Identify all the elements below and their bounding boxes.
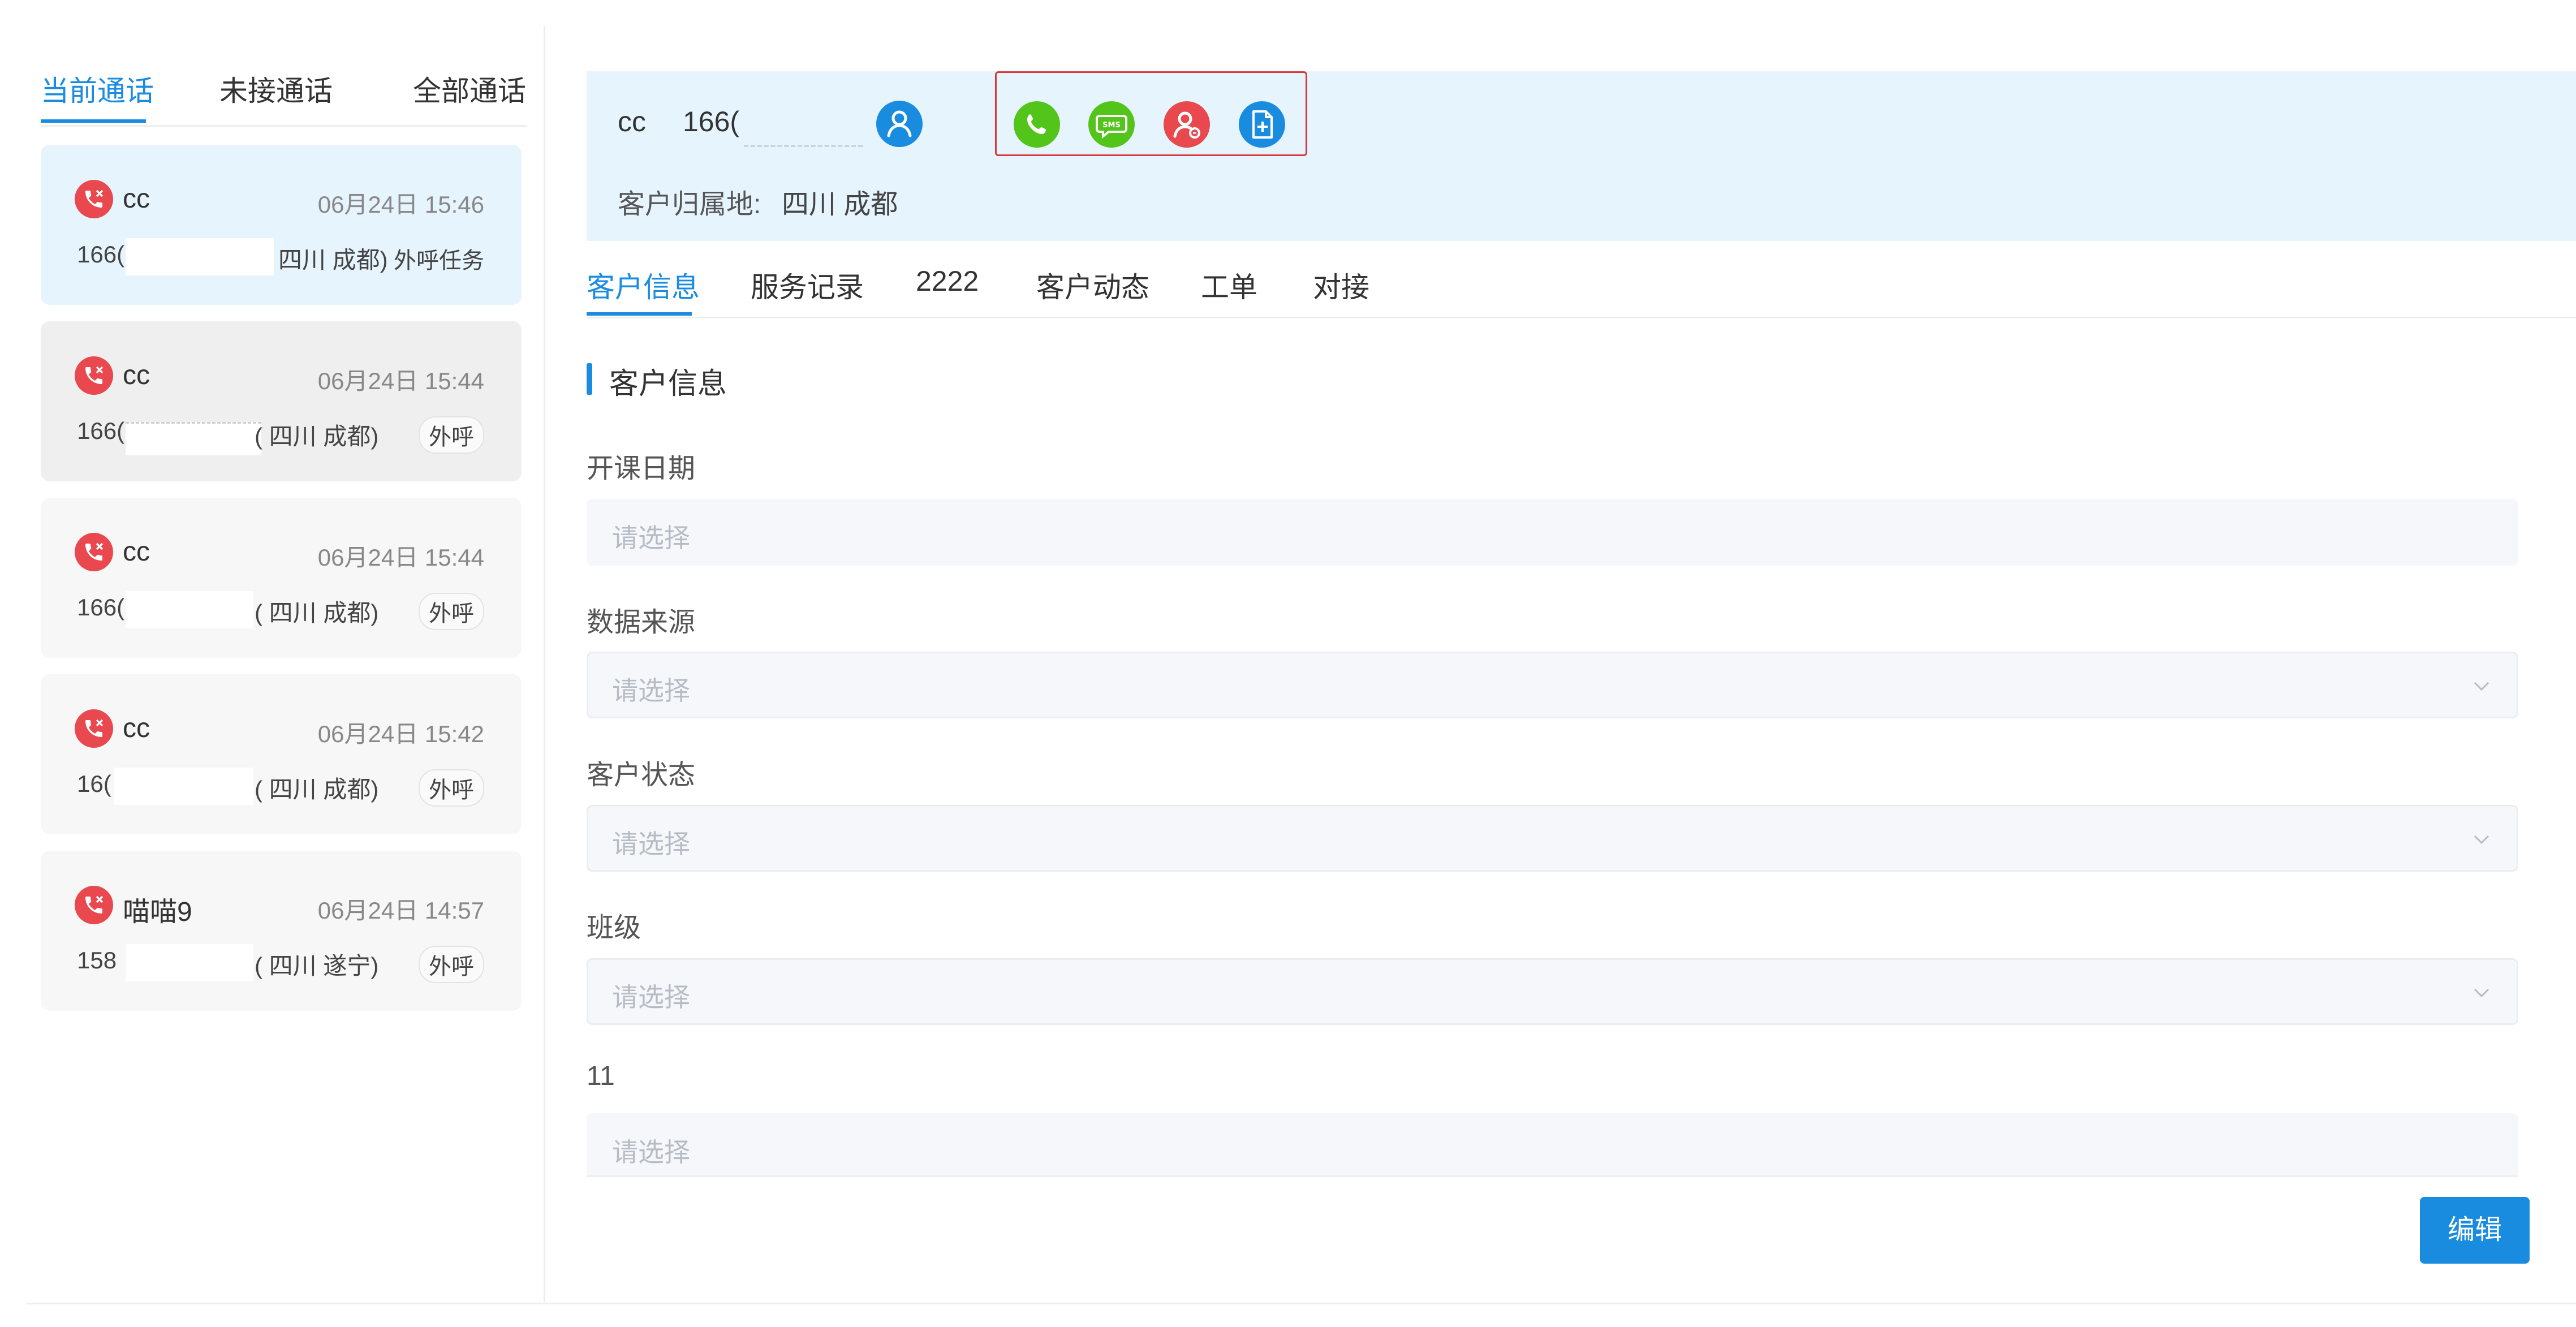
call-list-panel: 当前通话 未接通话 全部通话 cc 06月24日 15:46 166( 四川 成… <box>26 26 545 1302</box>
call-type-tag: 外呼任务 <box>394 248 484 273</box>
tab-customer-activity[interactable]: 客户动态 <box>1036 265 1149 305</box>
customer-profile-icon[interactable] <box>876 101 923 147</box>
outgoing-call-icon <box>75 356 113 395</box>
call-contact-name: cc <box>123 537 150 567</box>
call-time: 06月24日 15:44 <box>317 544 484 571</box>
chevron-down-icon <box>2474 682 2489 691</box>
phone-redaction <box>744 105 863 147</box>
outgoing-call-icon <box>75 533 113 571</box>
call-time: 06月24日 15:46 <box>317 191 484 218</box>
call-item[interactable]: cc 06月24日 15:44 166( ( 四川 成都) 外呼 <box>41 321 522 481</box>
call-type-tag: 外呼 <box>419 416 484 454</box>
start-date-picker[interactable]: 请选择 <box>587 499 2518 566</box>
section-marker <box>587 363 592 395</box>
customer-name: cc <box>618 106 646 137</box>
tab-all-calls[interactable]: 全部通话 <box>413 68 526 109</box>
customer-status-placeholder: 请选择 <box>612 829 690 859</box>
number-redaction <box>126 422 261 455</box>
start-date-placeholder: 请选择 <box>612 523 690 553</box>
call-number: 166( <box>77 417 125 444</box>
chevron-down-icon <box>2474 835 2489 845</box>
tab-2222[interactable]: 2222 <box>916 265 979 298</box>
call-item[interactable]: 喵喵9 06月24日 14:57 158 ( 四川 遂宁) 外呼 <box>41 851 522 1011</box>
bottom-divider <box>26 1303 2576 1304</box>
call-item[interactable]: cc 06月24日 15:42 16( ( 四川 成都) 外呼 <box>41 674 522 834</box>
call-item[interactable]: cc 06月24日 15:46 166( 四川 成都) 外呼任务 <box>41 145 522 305</box>
call-type-tag: 外呼 <box>419 769 484 807</box>
call-time: 06月24日 15:44 <box>317 368 484 394</box>
call-location: ( 四川 遂宁) <box>255 953 379 979</box>
tab-docking[interactable]: 对接 <box>1313 265 1369 305</box>
call-item[interactable]: cc 06月24日 15:44 166( ( 四川 成都) 外呼 <box>41 498 522 658</box>
customer-phone: 166( <box>683 106 740 137</box>
call-contact-name: cc <box>123 184 150 214</box>
call-time: 06月24日 15:42 <box>317 721 484 747</box>
attribution-label: 客户归属地: <box>618 189 761 219</box>
call-location: 四川 成都) <box>278 247 388 273</box>
add-document-icon[interactable] <box>1239 101 1285 148</box>
call-number: 166( <box>77 594 125 621</box>
call-type-tag: 外呼 <box>419 593 484 630</box>
customer-status-select[interactable]: 请选择 <box>587 805 2518 872</box>
call-tabs: 当前通话 未接通话 全部通话 <box>41 46 527 127</box>
sms-icon[interactable]: SMS <box>1088 101 1135 148</box>
data-source-placeholder: 请选择 <box>612 676 690 705</box>
chevron-down-icon <box>2474 988 2489 998</box>
field-label-class: 班级 <box>587 913 641 943</box>
outgoing-call-icon <box>75 180 113 218</box>
call-time: 06月24日 14:57 <box>317 897 484 924</box>
field-label-data-source: 数据来源 <box>587 608 696 637</box>
tab-work-order[interactable]: 工单 <box>1201 265 1257 305</box>
number-redaction <box>114 768 253 805</box>
call-contact-name: cc <box>123 713 150 743</box>
active-tab-indicator <box>41 119 146 123</box>
call-contact-name: cc <box>123 360 150 390</box>
class-select[interactable]: 请选择 <box>587 958 2518 1025</box>
customer-remove-icon[interactable] <box>1164 101 1210 148</box>
number-redaction <box>126 238 274 275</box>
data-source-select[interactable]: 请选择 <box>587 652 2518 718</box>
call-location: ( 四川 成都) <box>255 776 379 803</box>
edit-button[interactable]: 编辑 <box>2420 1197 2530 1264</box>
call-location: ( 四川 成都) <box>255 600 379 626</box>
field-label-11: 11 <box>587 1061 615 1091</box>
svg-text:SMS: SMS <box>1102 121 1121 130</box>
attribution-value: 四川 成都 <box>782 189 898 219</box>
number-redaction <box>126 591 253 628</box>
call-phone-icon[interactable] <box>1014 101 1060 148</box>
field-label-customer-status: 客户状态 <box>587 760 696 790</box>
class-placeholder: 请选择 <box>612 983 690 1012</box>
section-title: 客户信息 <box>609 368 727 400</box>
tab-service-records[interactable]: 服务记录 <box>751 265 864 305</box>
tab-customer-info[interactable]: 客户信息 <box>587 265 700 305</box>
call-number: 158 <box>77 947 117 973</box>
call-type-tag: 外呼 <box>419 946 484 983</box>
call-location: ( 四川 成都) <box>255 423 379 450</box>
customer-header: cc 166( SMS 客户归属地: 四川 成都 <box>587 71 2576 241</box>
active-tab-indicator <box>587 312 692 316</box>
field-label-start-date: 开课日期 <box>587 454 696 484</box>
field-11-placeholder: 请选择 <box>612 1138 690 1167</box>
form-scroll-edge <box>587 1175 2518 1177</box>
quick-actions-group: SMS <box>995 71 1307 156</box>
call-contact-name: 喵喵9 <box>123 897 192 927</box>
call-number: 166( <box>77 241 125 268</box>
customer-tabs: 客户信息 服务记录 2222 客户动态 工单 对接 <box>587 249 2576 318</box>
field-11-input[interactable]: 请选择 <box>587 1113 2518 1177</box>
outgoing-call-icon <box>75 886 113 924</box>
tab-missed-calls[interactable]: 未接通话 <box>219 68 333 109</box>
tab-current-calls[interactable]: 当前通话 <box>41 68 154 109</box>
call-number: 16( <box>77 770 111 797</box>
number-redaction <box>126 944 253 981</box>
outgoing-call-icon <box>75 709 113 748</box>
